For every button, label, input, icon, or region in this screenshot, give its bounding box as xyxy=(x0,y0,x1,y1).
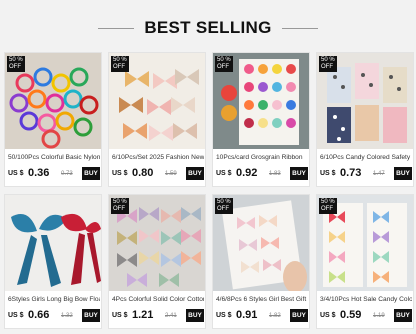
original-price: 1.19 xyxy=(373,313,385,319)
discount-badge: 50 % OFF xyxy=(319,56,337,72)
price-row: US $ 1.21 2.41 BUY xyxy=(112,309,204,323)
currency-label: US $ xyxy=(216,312,232,319)
product-name[interactable]: 10Pcs/card Grosgrain Ribbon xyxy=(216,154,308,161)
price-row: US $ 0.59 1.19 BUY xyxy=(320,309,412,323)
original-price: 1.82 xyxy=(269,313,281,319)
currency-label: US $ xyxy=(320,312,336,319)
buy-button[interactable]: BUY xyxy=(186,309,204,322)
price: 1.21 xyxy=(132,309,154,321)
currency-label: US $ xyxy=(112,312,128,319)
product-name[interactable]: 4Pcs Colorful Solid Color Cotton xyxy=(112,296,204,303)
original-price: 2.41 xyxy=(165,313,177,319)
currency-label: US $ xyxy=(320,170,336,177)
currency-label: US $ xyxy=(112,170,128,177)
buy-button[interactable]: BUY xyxy=(394,167,412,180)
discount-badge: 50 % OFF xyxy=(111,198,129,214)
buy-button[interactable]: BUY xyxy=(186,167,204,180)
price: 0.73 xyxy=(340,167,362,179)
currency-label: US $ xyxy=(8,312,24,319)
product-card[interactable]: 6Styles Girls Long Big Bow Float US $ 0.… xyxy=(4,194,102,329)
price-row: US $ 0.92 1.83 BUY xyxy=(216,167,308,181)
price-row: US $ 0.73 1.47 BUY xyxy=(320,167,412,181)
buy-button[interactable]: BUY xyxy=(290,309,308,322)
title-divider-left xyxy=(98,27,135,29)
price: 0.59 xyxy=(340,309,362,321)
buy-button[interactable]: BUY xyxy=(82,309,100,322)
discount-badge: 50 % OFF xyxy=(111,56,129,72)
title-divider-right xyxy=(281,27,318,29)
original-price: 1.59 xyxy=(165,171,177,177)
discount-badge: 50 % OFF xyxy=(319,198,337,214)
price-row: US $ 0.66 1.32 BUY xyxy=(8,309,100,323)
price: 0.91 xyxy=(236,309,258,321)
product-card[interactable]: 50 % OFF 3/4/10Pcs Hot Sale Candy Color … xyxy=(316,194,414,329)
product-name[interactable]: 4/6/8Pcs 6 Styles Girl Best Gift xyxy=(216,296,308,303)
product-card[interactable]: 50 % OFF 6/10Pcs/Set 2025 Fashion New US… xyxy=(108,52,206,187)
discount-badge: 50 % OFF xyxy=(7,56,25,72)
product-card[interactable]: 50 % OFF 10Pcs/card Grosgrain Ribbon US … xyxy=(212,52,310,187)
product-name[interactable]: 3/4/10Pcs Hot Sale Candy Color xyxy=(320,296,412,303)
big-bows-image xyxy=(5,195,101,291)
original-price: 1.47 xyxy=(373,171,385,177)
currency-label: US $ xyxy=(216,170,232,177)
product-card[interactable]: 50 % OFF 50/100Pcs Colorful Basic Nylon … xyxy=(4,52,102,187)
price: 0.80 xyxy=(132,167,154,179)
currency-label: US $ xyxy=(8,170,24,177)
buy-button[interactable]: BUY xyxy=(394,309,412,322)
product-name[interactable]: 6/10Pcs/Set 2025 Fashion New xyxy=(112,154,204,161)
price-row: US $ 0.91 1.82 BUY xyxy=(216,309,308,323)
price: 0.92 xyxy=(236,167,258,179)
product-name[interactable]: 50/100Pcs Colorful Basic Nylon xyxy=(8,154,100,161)
product-name[interactable]: 6/10Pcs Candy Colored Safety xyxy=(320,154,412,161)
section-header: BEST SELLING xyxy=(0,14,416,42)
price-row: US $ 0.36 0.73 BUY xyxy=(8,167,100,181)
original-price: 1.32 xyxy=(61,313,73,319)
section-title: BEST SELLING xyxy=(144,18,272,37)
product-image[interactable] xyxy=(5,195,101,291)
discount-badge: 50 % OFF xyxy=(215,56,233,72)
product-card[interactable]: 50 % OFF 4/6/8Pcs 6 Styles Girl Best Gif… xyxy=(212,194,310,329)
discount-badge: 50 % OFF xyxy=(215,198,233,214)
product-grid: 50 % OFF 50/100Pcs Colorful Basic Nylon … xyxy=(4,52,414,330)
price: 0.66 xyxy=(28,309,50,321)
buy-button[interactable]: BUY xyxy=(290,167,308,180)
product-card[interactable]: 50 % OFF 4Pcs Colorful Solid Color Cotto… xyxy=(108,194,206,329)
product-card[interactable]: 50 % OFF 6/10Pcs Candy Colored Safety US… xyxy=(316,52,414,187)
price: 0.36 xyxy=(28,167,50,179)
buy-button[interactable]: BUY xyxy=(82,167,100,180)
original-price: 1.83 xyxy=(269,171,281,177)
product-name[interactable]: 6Styles Girls Long Big Bow Float xyxy=(8,296,100,303)
original-price: 0.73 xyxy=(61,171,73,177)
price-row: US $ 0.80 1.59 BUY xyxy=(112,167,204,181)
